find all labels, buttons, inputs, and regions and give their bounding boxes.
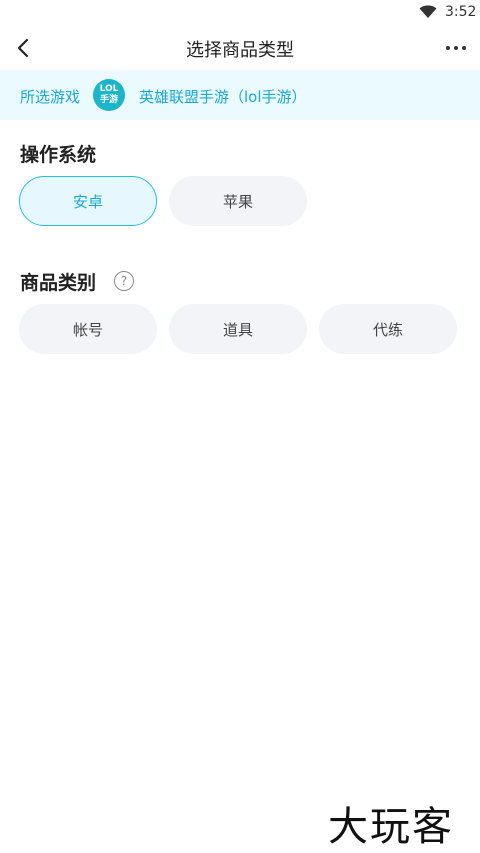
help-icon[interactable]: ? <box>114 271 134 291</box>
game-logo-line2: 手游 <box>99 95 118 105</box>
os-option-ios[interactable]: 苹果 <box>169 176 307 226</box>
category-section-title: 商品类别 <box>20 272 97 294</box>
selected-game-strip[interactable]: 所选游戏 LOL 手游 英雄联盟手游（lol手游） <box>0 70 480 120</box>
nav-bar: 选择商品类型 <box>0 26 480 70</box>
category-option-items[interactable]: 道具 <box>169 304 307 354</box>
selected-game-label: 所选游戏 <box>20 88 81 106</box>
more-options-icon[interactable] <box>444 36 468 60</box>
page-title: 选择商品类型 <box>186 40 294 61</box>
status-time: 3:52 <box>445 4 477 20</box>
status-bar: 3:52 <box>0 0 480 26</box>
selected-game-name: 英雄联盟手游（lol手游） <box>139 88 307 106</box>
category-option-boosting[interactable]: 代练 <box>319 304 457 354</box>
category-option-account[interactable]: 帐号 <box>19 304 157 354</box>
os-option-android[interactable]: 安卓 <box>19 176 157 226</box>
os-section-title: 操作系统 <box>20 144 97 166</box>
game-logo-line1: LOL <box>99 84 119 94</box>
watermark-logo: 大玩客 <box>328 804 454 850</box>
wifi-icon <box>419 5 437 18</box>
game-logo: LOL 手游 <box>93 79 125 111</box>
